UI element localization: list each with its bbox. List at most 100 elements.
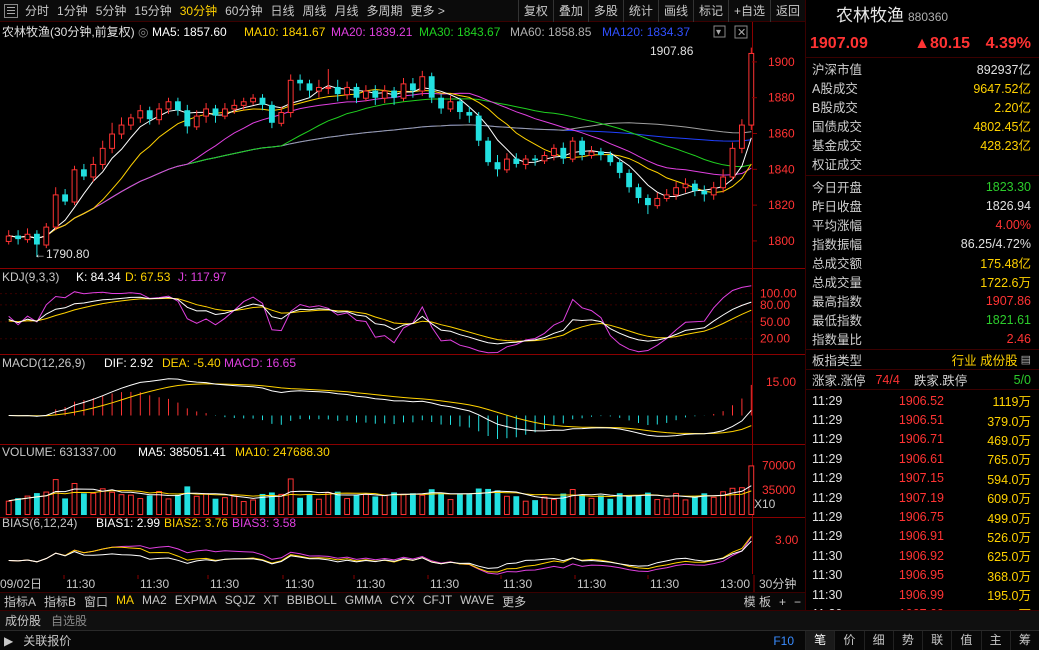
legend-bias1: BIAS1: 2.99 (96, 516, 160, 530)
indicator-4[interactable]: MA2 (138, 593, 171, 610)
tab-related-quote[interactable]: 关联报价 (18, 632, 76, 649)
stats1-row: A股成交 9647.52亿 (806, 78, 1039, 97)
stats1-value: 4802.45亿 (973, 120, 1031, 134)
side-tab-1[interactable]: 价 (834, 631, 863, 650)
volume-bar (550, 499, 557, 515)
period-6[interactable]: 日线 (266, 0, 298, 22)
indicator-0[interactable]: 指标A (0, 593, 40, 610)
side-tab-2[interactable]: 细 (863, 631, 893, 650)
indicator-8[interactable]: BBIBOLL (283, 593, 341, 610)
candle-body (287, 79, 294, 114)
menu-icon[interactable] (4, 3, 18, 18)
time-label: 13:00 (720, 577, 750, 591)
tool-7[interactable]: 返回 (769, 0, 805, 22)
indicator-11[interactable]: CFJT (419, 593, 456, 610)
side-tab-7[interactable]: 筹 (1009, 631, 1039, 650)
tick-time: 11:30 (812, 587, 843, 602)
side-tab-5[interactable]: 值 (951, 631, 980, 650)
tool-5[interactable]: 标记 (692, 0, 728, 22)
side-tab-0[interactable]: 笔 (805, 631, 835, 650)
tab-watchlist[interactable]: 自选股 (46, 612, 92, 629)
candle-body (635, 187, 642, 198)
volume-bar (626, 495, 633, 515)
period-7[interactable]: 周线 (298, 0, 330, 22)
kline-chart[interactable]: 100.0080.0050.0020.00 15.00 7000035000X1… (0, 22, 805, 594)
volume-tick-label: 35000 (762, 483, 796, 497)
candle-body (391, 90, 398, 98)
candle-body (691, 183, 698, 191)
volume-bar (560, 493, 567, 515)
legend-kdj: KDJ(9,3,3) (2, 270, 59, 284)
tick-price: 1906.75 (898, 510, 944, 525)
kdj-tick-label: 50.00 (760, 315, 790, 329)
candle-body (297, 79, 304, 84)
f10-button[interactable]: F10 (768, 634, 799, 648)
legend-toggle-icon[interactable]: ◎ (138, 25, 148, 39)
volume-tick-label: 70000 (762, 458, 796, 472)
volume-unit-label: X10 (754, 497, 776, 511)
volume-bar (240, 501, 247, 516)
period-2[interactable]: 5分钟 (92, 0, 131, 22)
period-0[interactable]: 分时 (21, 0, 53, 22)
candle-body (372, 90, 379, 98)
tool-2[interactable]: 多股 (587, 0, 623, 22)
legend-expand-button[interactable]: ▾ (713, 25, 726, 38)
indicator-6[interactable]: SQJZ (221, 593, 260, 610)
sector-type-value[interactable]: 行业 成份股 (952, 350, 1018, 369)
tool-3[interactable]: 统计 (622, 0, 658, 22)
period-10[interactable]: 更多 > (407, 0, 449, 22)
legend-bias: BIAS(6,12,24) (2, 516, 77, 530)
candle-body (513, 158, 520, 164)
ma30-line (8, 98, 752, 239)
side-tab-3[interactable]: 势 (892, 631, 922, 650)
add-indicator-button[interactable]: + (775, 595, 790, 609)
side-tab-4[interactable]: 联 (922, 631, 951, 650)
tool-6[interactable]: +自选 (727, 0, 770, 22)
volume-bar (673, 492, 680, 515)
period-8[interactable]: 月线 (331, 0, 363, 22)
indicator-10[interactable]: CYX (386, 593, 419, 610)
remove-indicator-button[interactable]: − (790, 595, 805, 609)
period-4[interactable]: 30分钟 (176, 0, 221, 22)
side-tab-6[interactable]: 主 (980, 631, 1010, 650)
price-tick-label: 1800 (768, 234, 795, 248)
period-9[interactable]: 多周期 (363, 0, 407, 22)
time-label: 11:30 (356, 577, 385, 591)
indicator-13[interactable]: 更多 (498, 593, 530, 610)
volume-bar (635, 495, 642, 515)
indicator-12[interactable]: WAVE (456, 593, 498, 610)
indicator-3[interactable]: MA (112, 593, 138, 610)
stats1-row: 基金成交 428.23亿 (806, 135, 1039, 154)
tick-row: 11:29 1906.71 469.0万 (806, 430, 1039, 449)
tab-constituents[interactable]: 成份股 (0, 612, 46, 629)
stats2-label: 平均涨幅 (812, 219, 863, 233)
candle-body (62, 194, 69, 202)
legend-close-button[interactable]: ✕ (734, 25, 748, 39)
tool-4[interactable]: 画线 (657, 0, 693, 22)
volume-bar (607, 498, 614, 515)
tick-list[interactable]: 11:29 1906.52 1119万 11:29 1906.51 379.0万 11:29… (806, 390, 1039, 624)
candle-body (80, 169, 87, 177)
list-icon[interactable]: ▤ (1021, 353, 1031, 366)
indicator-9[interactable]: GMMA (341, 593, 386, 610)
candle-body (99, 147, 106, 165)
indicator-1[interactable]: 指标B (40, 593, 80, 610)
template-button[interactable]: 模 板 (740, 593, 775, 610)
period-5[interactable]: 60分钟 (221, 0, 266, 22)
volume-bar (682, 499, 689, 515)
tool-0[interactable]: 复权 (517, 0, 553, 22)
period-1[interactable]: 1分钟 (53, 0, 92, 22)
candle-body (118, 124, 125, 135)
period-3[interactable]: 15分钟 (130, 0, 175, 22)
tool-1[interactable]: 叠加 (552, 0, 588, 22)
stats1-label: 基金成交 (812, 139, 863, 153)
volume-bar (325, 492, 332, 516)
indicator-7[interactable]: XT (259, 593, 282, 610)
candle-body (447, 101, 454, 110)
stats2-row: 总成交额 175.48亿 (806, 253, 1039, 272)
candle-body (268, 104, 275, 123)
volume-bar (475, 488, 482, 515)
indicator-5[interactable]: EXPMA (171, 593, 221, 610)
candle-body (588, 151, 595, 157)
indicator-2[interactable]: 窗口 (80, 593, 112, 610)
